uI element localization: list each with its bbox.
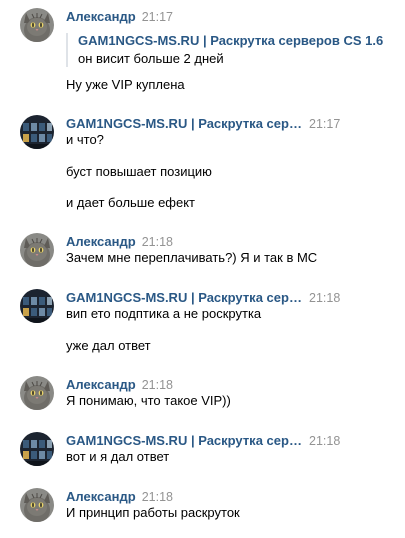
message-text: вот и я дал ответ: [66, 449, 170, 464]
quoted-text: он висит больше 2 дней: [78, 51, 224, 66]
message-text: вип ето подптика а не роскрутка: [66, 306, 262, 321]
message-header: GAM1NGCS-MS.RU | Раскрутка серверов CS 1…: [66, 433, 340, 449]
cat-avatar-icon: [20, 233, 54, 267]
message-header: GAM1NGCS-MS.RU | Раскрутка серверов CS 1…: [66, 290, 340, 306]
message-text: уже дал ответ: [66, 338, 151, 353]
message-text: буст повышает позицию: [66, 164, 212, 179]
message-group: Александр 21:18 Я понимаю, что такое VIP)…: [0, 376, 405, 416]
message-text: Зачем мне переплачивать?) Я и так в МС: [66, 250, 318, 265]
message-group: Александр 21:17 GAM1NGCS-MS.RU | Раскрутк…: [0, 8, 405, 98]
message-time[interactable]: 21:18: [142, 377, 173, 393]
message-group: GAM1NGCS-MS.RU | Раскрутка серверов CS 1…: [0, 289, 405, 359]
message-header: GAM1NGCS-MS.RU | Раскрутка серверов CS 1…: [66, 116, 340, 132]
message-header: Александр 21:18: [66, 234, 173, 250]
avatar[interactable]: [20, 376, 54, 410]
message-time[interactable]: 21:17: [142, 9, 173, 25]
server-avatar-icon: [20, 115, 54, 149]
cat-avatar-icon: [20, 8, 54, 42]
message-header: Александр 21:18: [66, 489, 173, 505]
message-author[interactable]: GAM1NGCS-MS.RU | Раскрутка серверов CS 1…: [66, 433, 303, 449]
message-time[interactable]: 21:18: [309, 433, 340, 449]
message-text: И принцип работы раскруток: [66, 505, 240, 520]
message-time[interactable]: 21:18: [142, 234, 173, 250]
message-text: и что?: [66, 132, 104, 147]
avatar[interactable]: [20, 233, 54, 267]
message-group: Александр 21:18 И принцип работы раскруто…: [0, 488, 405, 528]
message-time[interactable]: 21:18: [142, 489, 173, 505]
avatar[interactable]: [20, 8, 54, 42]
server-avatar-icon: [20, 289, 54, 323]
message-author[interactable]: Александр: [66, 9, 136, 25]
message-text: Я понимаю, что такое VIP)): [66, 393, 231, 408]
avatar[interactable]: [20, 289, 54, 323]
avatar[interactable]: [20, 115, 54, 149]
message-author[interactable]: Александр: [66, 489, 136, 505]
message-text: и дает больше ефект: [66, 195, 196, 210]
message-text: Ну уже VIP куплена: [66, 77, 185, 92]
message-group: GAM1NGCS-MS.RU | Раскрутка серверов CS 1…: [0, 115, 405, 215]
message-author[interactable]: GAM1NGCS-MS.RU | Раскрутка серверов CS 1…: [66, 290, 303, 306]
message-time[interactable]: 21:17: [309, 116, 340, 132]
cat-avatar-icon: [20, 376, 54, 410]
message-author[interactable]: Александр: [66, 234, 136, 250]
message-group: Александр 21:18 Зачем мне переплачивать?)…: [0, 233, 405, 273]
quoted-message[interactable]: GAM1NGCS-MS.RU | Раскрутка серверов CS 1…: [66, 33, 383, 67]
message-author[interactable]: Александр: [66, 377, 136, 393]
message-group: GAM1NGCS-MS.RU | Раскрутка серверов CS 1…: [0, 432, 405, 472]
message-author[interactable]: GAM1NGCS-MS.RU | Раскрутка серверов CS 1…: [66, 116, 303, 132]
avatar[interactable]: [20, 432, 54, 466]
server-avatar-icon: [20, 432, 54, 466]
cat-avatar-icon: [20, 488, 54, 522]
quoted-author[interactable]: GAM1NGCS-MS.RU | Раскрутка серверов CS 1…: [78, 33, 383, 49]
message-time[interactable]: 21:18: [309, 290, 340, 306]
avatar[interactable]: [20, 488, 54, 522]
message-header: Александр 21:18: [66, 377, 173, 393]
message-header: Александр 21:17: [66, 9, 173, 25]
